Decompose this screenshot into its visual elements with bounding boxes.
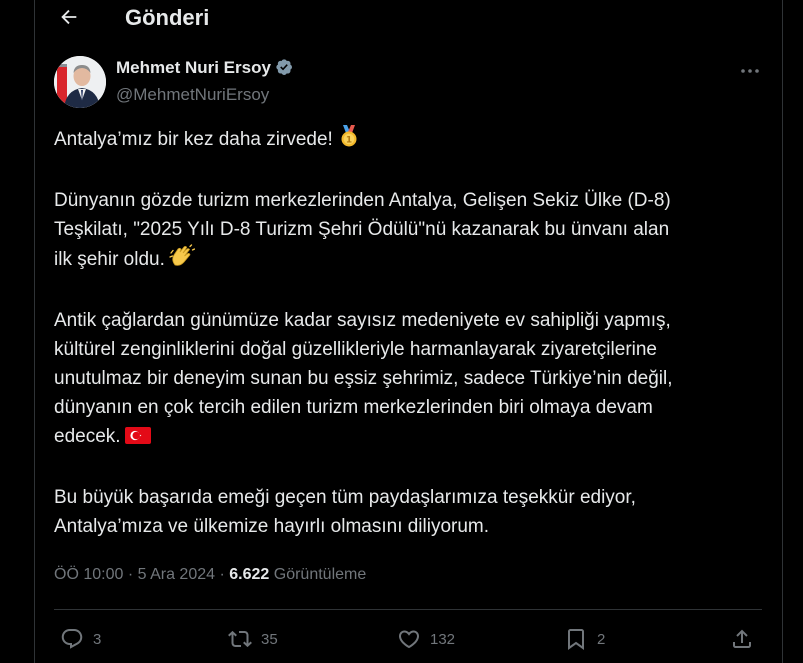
reply-count: 3 xyxy=(93,630,102,648)
tweet-time[interactable]: ÖÖ 10:00 xyxy=(54,566,123,583)
tweet-paragraph-text: Dünyanın gözde turizm merkezlerinden Ant… xyxy=(54,190,671,270)
meta-separator: · xyxy=(127,566,134,583)
author-name[interactable]: Mehmet Nuri Ersoy xyxy=(116,58,271,78)
tweet-author: Mehmet Nuri Ersoy @MehmetNuriErsoy xyxy=(54,56,774,108)
tweet-paragraph: Bu büyük başarıda emeği geçen tüm paydaş… xyxy=(54,483,770,541)
tweet-date[interactable]: 5 Ara 2024 xyxy=(138,566,215,583)
page-title: Gönderi xyxy=(125,5,210,30)
bookmark-count: 2 xyxy=(597,630,606,648)
svg-text:1: 1 xyxy=(346,136,352,146)
like-button[interactable]: 132 xyxy=(397,622,455,656)
repost-count: 35 xyxy=(261,630,278,648)
page-header: Gönderi xyxy=(35,0,782,40)
medal-icon: 1 xyxy=(337,124,361,157)
reply-button[interactable]: 3 xyxy=(60,622,101,656)
clapping-hands-icon xyxy=(169,244,196,277)
tweet-paragraph: Antalya’mız bir kez daha zirvede! 1 xyxy=(54,124,770,157)
verified-badge-icon[interactable] xyxy=(275,58,295,78)
bookmark-button[interactable]: 2 xyxy=(564,622,605,656)
column-border-left xyxy=(34,0,35,663)
tweet-paragraph-text: Bu büyük başarıda emeği geçen tüm paydaş… xyxy=(54,487,636,537)
author-name-row: Mehmet Nuri Ersoy xyxy=(116,58,295,78)
back-arrow-icon xyxy=(58,6,80,33)
back-button[interactable] xyxy=(52,2,86,36)
tweet-paragraph: Antik çağlardan günümüze kadar sayısız m… xyxy=(54,306,770,454)
tweet-page: Gönderi Mehmet Nuri Ersoy @MehmetNuriErs… xyxy=(0,0,803,663)
avatar[interactable] xyxy=(54,56,106,108)
repost-button[interactable]: 35 xyxy=(228,622,278,656)
tweet-paragraph-text: Antalya’mız bir kez daha zirvede! xyxy=(54,129,333,150)
turkey-flag-icon xyxy=(124,425,151,454)
tweet-meta: ÖÖ 10:00 · 5 Ara 2024 · 6.622 Görüntülem… xyxy=(54,566,366,584)
tweet-paragraph: Dünyanın gözde turizm merkezlerinden Ant… xyxy=(54,186,770,277)
tweet-text: Antalya’mız bir kez daha zirvede! 1 Dünya… xyxy=(54,124,770,541)
share-button[interactable] xyxy=(730,622,754,656)
heart-icon xyxy=(397,627,421,651)
views-count: 6.622 xyxy=(229,566,270,583)
like-count: 132 xyxy=(430,630,456,648)
repost-icon xyxy=(228,627,252,651)
reply-icon xyxy=(60,627,84,651)
column-border-right xyxy=(782,0,783,663)
author-handle[interactable]: @MehmetNuriErsoy xyxy=(116,85,269,105)
more-options-button[interactable] xyxy=(736,60,764,80)
divider xyxy=(54,609,762,610)
tweet-actions: 3 35 132 2 xyxy=(54,622,766,656)
meta-separator: · xyxy=(219,566,225,583)
share-icon xyxy=(730,627,754,651)
views-label: Görüntüleme xyxy=(273,566,367,583)
bookmark-icon xyxy=(564,627,588,651)
more-dots-icon xyxy=(740,61,760,79)
